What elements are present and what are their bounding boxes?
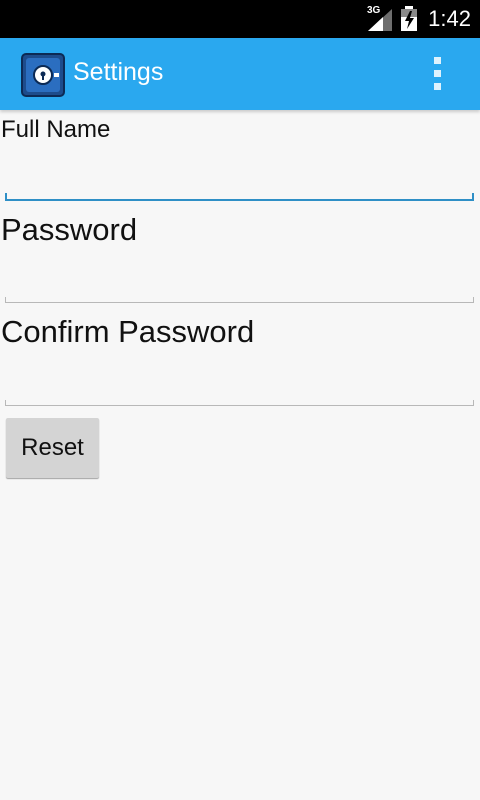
password-field[interactable] [5,257,474,303]
clock: 1:42 [428,6,471,31]
password-input[interactable] [5,257,474,301]
battery-charging-icon [401,6,417,31]
password-label: Password [1,212,138,247]
overflow-menu-icon[interactable] [424,54,452,94]
full-name-field[interactable] [5,155,474,201]
full-name-input[interactable] [5,155,474,199]
reset-button[interactable]: Reset [6,418,99,478]
status-bar: 3G 1:42 [0,0,480,38]
action-bar: Settings [0,38,480,110]
signal-strength-icon [368,9,392,31]
page-title: Settings [73,58,164,86]
confirm-password-field[interactable] [5,360,474,406]
full-name-label: Full Name [1,116,111,143]
confirm-password-label: Confirm Password [1,314,255,349]
confirm-password-input[interactable] [5,360,474,404]
lock-app-icon[interactable] [21,53,65,97]
